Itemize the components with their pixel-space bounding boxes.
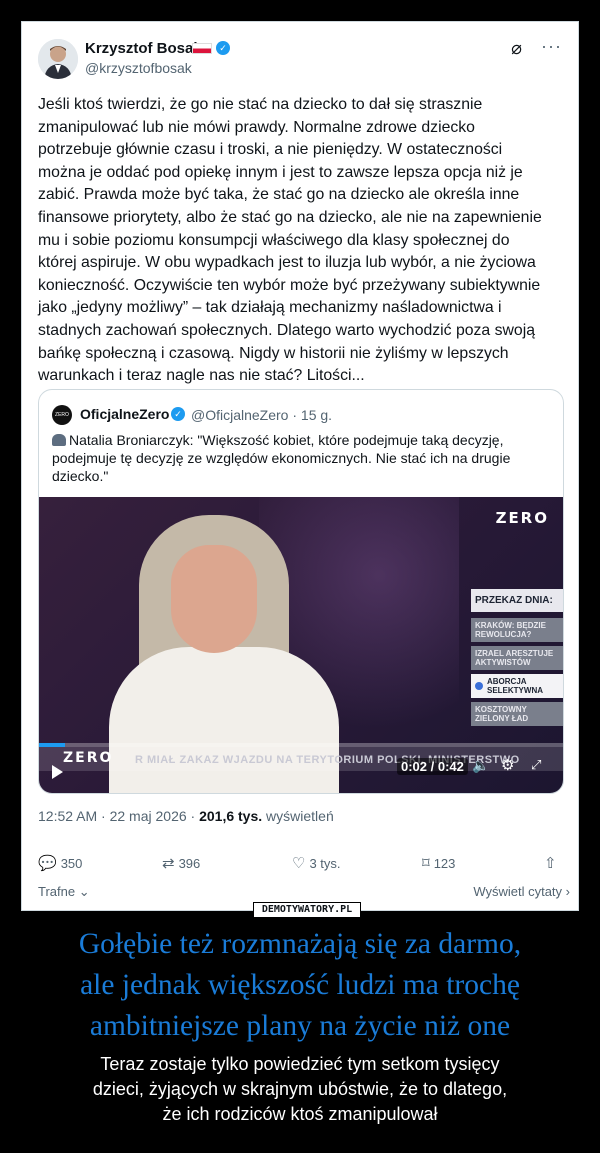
- channel-logo: ZERO: [495, 509, 549, 527]
- volume-icon[interactable]: 🔈: [472, 757, 489, 774]
- ticker-logo: ZERO: [63, 750, 114, 766]
- repost-button[interactable]: ⇄ 396: [162, 854, 200, 872]
- verified-icon: ✓: [216, 41, 230, 55]
- play-icon[interactable]: [52, 765, 63, 779]
- reply-button[interactable]: 💬 350: [38, 854, 82, 872]
- grok-icon[interactable]: ⌀: [511, 38, 522, 59]
- action-bar: 💬 350 ⇄ 396 ♡ 3 tys. ⌑ 123 ⇧: [38, 854, 564, 876]
- chevron-right-icon: ›: [562, 884, 570, 899]
- caption-subtitle: Teraz zostaje tylko powiedzieć tym setko…: [92, 1054, 508, 1124]
- more-icon[interactable]: ···: [541, 36, 562, 57]
- verified-icon: ✓: [171, 407, 185, 421]
- views-label: wyświetleń: [262, 808, 334, 824]
- bookmark-count: 123: [433, 856, 456, 871]
- quoted-body: Natalia Broniarczyk: "Większość kobiet, …: [52, 431, 552, 485]
- share-button[interactable]: ⇧: [544, 854, 561, 872]
- like-button[interactable]: ♡ 3 tys.: [292, 854, 341, 872]
- watermark: DEMOTYWATORY.PL: [253, 902, 361, 918]
- quoted-author-name: OficjalneZero: [80, 406, 170, 422]
- panel-item: KOSZTOWNY ZIELONY ŁAD: [471, 702, 563, 726]
- panel-item: IZRAEL ARESZTUJE AKTYWISTÓW: [471, 646, 563, 670]
- panel-item-active: ABORCJA SELEKTYWNA: [471, 674, 563, 698]
- quoted-tweet[interactable]: ZERO OficjalneZero ✓ @OficjalneZero · 15…: [38, 389, 564, 794]
- daily-topics-panel: PRZEKAZ DNIA: KRAKÓW: BĘDZIE REWOLUCJA? …: [471, 589, 563, 730]
- like-icon: ♡: [292, 855, 306, 872]
- repost-count: 396: [178, 856, 201, 871]
- bookmark-icon: ⌑: [422, 855, 430, 872]
- view-quotes-link[interactable]: Wyświetl cytaty ›: [473, 884, 570, 899]
- sort-label: Trafne: [38, 884, 76, 899]
- reply-count: 350: [60, 856, 83, 871]
- video-person-face: [171, 545, 257, 653]
- fullscreen-icon[interactable]: ⤢: [531, 757, 541, 773]
- settings-icon[interactable]: ⚙: [501, 756, 514, 774]
- repost-icon: ⇄: [162, 855, 175, 872]
- panel-title: PRZEKAZ DNIA:: [471, 589, 563, 612]
- share-icon: ⇧: [544, 855, 557, 872]
- like-count: 3 tys.: [309, 856, 341, 871]
- video-time: 0:02 / 0:42: [397, 758, 468, 775]
- video-person-body: [109, 647, 339, 793]
- video-player[interactable]: ZERO PRZEKAZ DNIA: KRAKÓW: BĘDZIE REWOLU…: [39, 497, 563, 793]
- panel-item: KRAKÓW: BĘDZIE REWOLUCJA?: [471, 618, 563, 642]
- quoted-author-handle: @OficjalneZero · 15 g.: [191, 407, 333, 423]
- chevron-down-icon: ⌄: [75, 884, 90, 899]
- author-handle[interactable]: @krzysztofbosak: [85, 60, 192, 76]
- quotes-label: Wyświetl cytaty: [473, 884, 563, 899]
- poland-flag-icon: [192, 43, 212, 54]
- reply-icon: 💬: [38, 855, 57, 872]
- tweet-body: Jeśli ktoś twierdzi, że go nie stać na d…: [38, 96, 542, 385]
- author-avatar[interactable]: [38, 39, 78, 79]
- bookmark-button[interactable]: ⌑ 123: [422, 854, 455, 872]
- quoted-avatar: ZERO: [52, 405, 72, 425]
- author-name[interactable]: Krzysztof Bosak: [85, 40, 202, 57]
- timestamp[interactable]: 12:52 AM · 22 maj 2026 ·: [38, 808, 199, 824]
- quoted-body-text: Natalia Broniarczyk: "Większość kobiet, …: [52, 432, 511, 484]
- speaking-head-icon: [52, 434, 66, 446]
- tweet-header: Krzysztof Bosak ✓ @krzysztofbosak ⌀ ···: [38, 36, 562, 80]
- tweet-meta: 12:52 AM · 22 maj 2026 · 201,6 tys. wyśw…: [38, 808, 334, 824]
- sort-dropdown[interactable]: Trafne ⌄: [38, 884, 90, 900]
- views-count: 201,6 tys.: [199, 808, 263, 824]
- caption-title: Gołębie też rozmnażają się za darmo, ale…: [78, 928, 522, 1042]
- tweet-card: Krzysztof Bosak ✓ @krzysztofbosak ⌀ ··· …: [21, 21, 579, 911]
